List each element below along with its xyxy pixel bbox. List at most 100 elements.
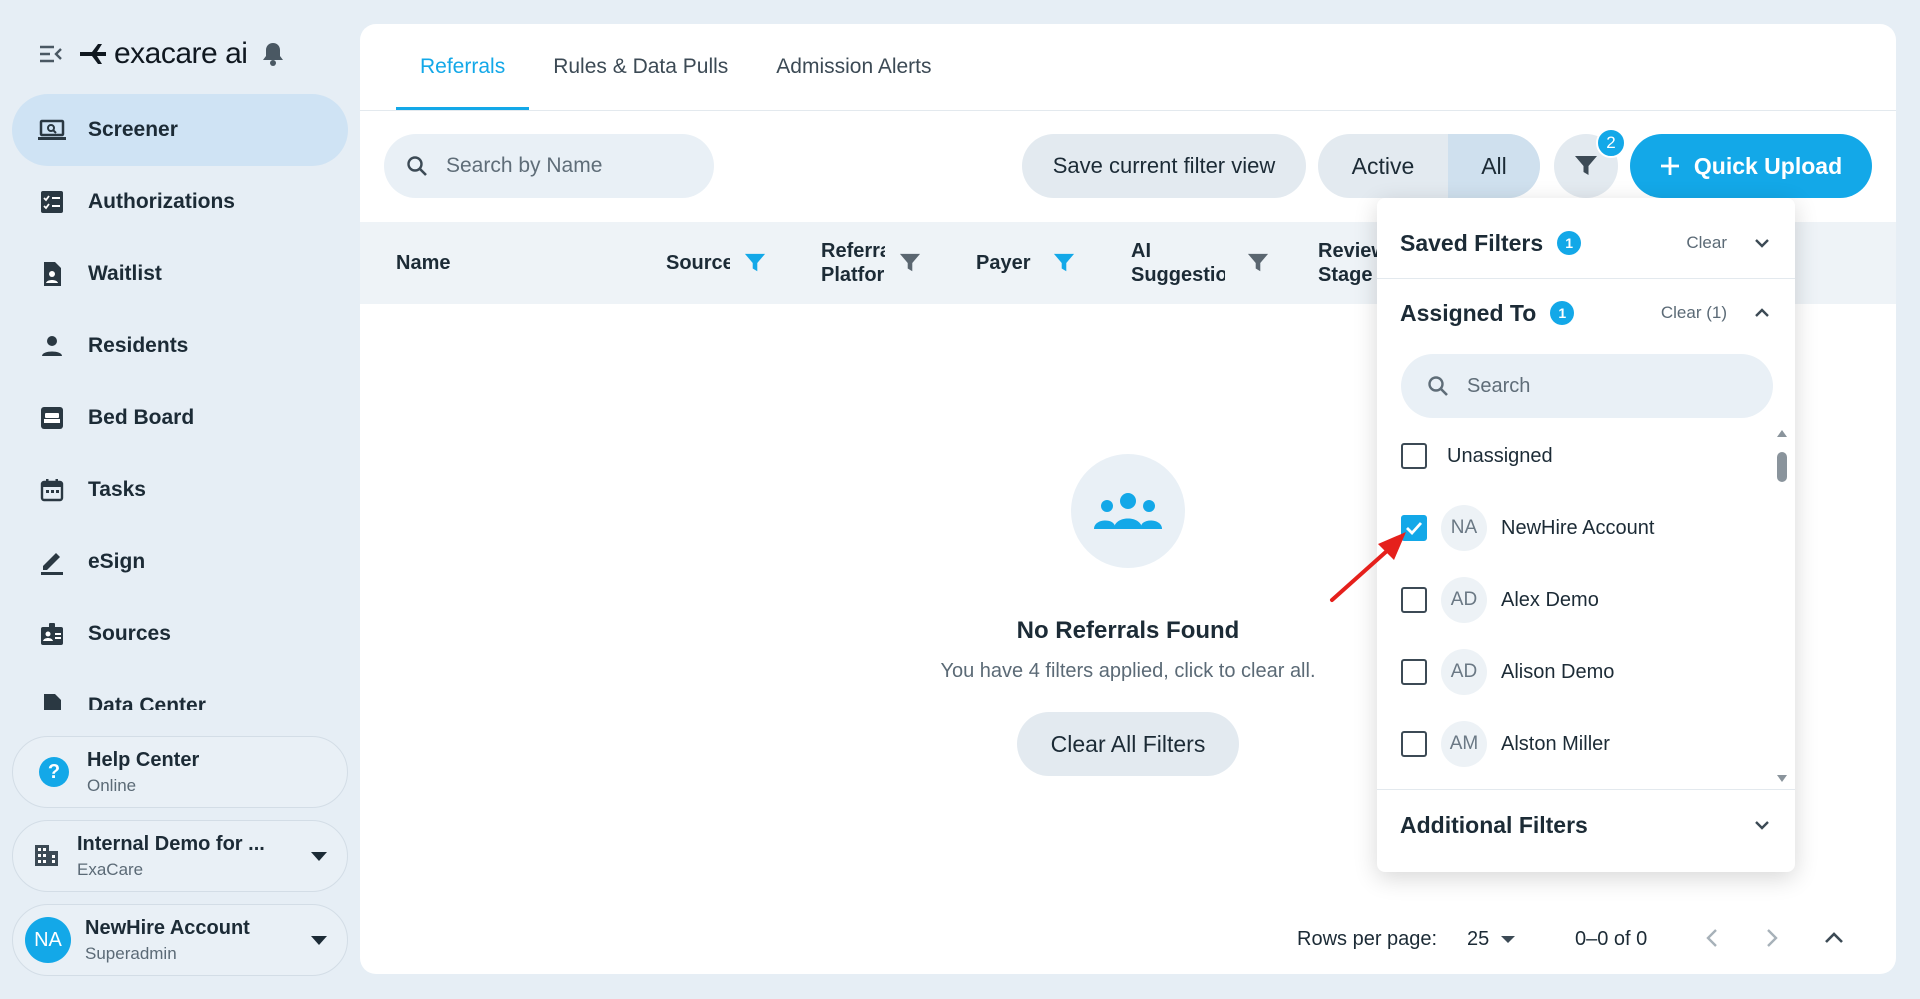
bed-icon <box>36 402 68 434</box>
sidebar-item-sources[interactable]: Sources <box>12 598 348 670</box>
collapse-menu-icon[interactable] <box>38 44 64 64</box>
column-name[interactable]: Name <box>396 222 450 304</box>
column-review-stage[interactable]: Review Stage <box>1318 222 1378 304</box>
assignee-name: Alston Miller <box>1501 732 1610 755</box>
assigned-to-section[interactable]: Assigned To 1 Clear (1) <box>1377 278 1795 348</box>
tab-referrals[interactable]: Referrals <box>396 24 530 110</box>
pen-icon <box>36 546 68 578</box>
assignee-option[interactable]: NA NewHire Account <box>1401 500 1654 556</box>
sidebar-item-data-center[interactable]: Data Center <box>12 670 348 710</box>
sidebar-item-bed-board[interactable]: Bed Board <box>12 382 348 454</box>
filter-icon <box>1575 156 1597 175</box>
sidebar-item-authorizations[interactable]: Authorizations <box>12 166 348 238</box>
sidebar-item-esign[interactable]: eSign <box>12 526 348 598</box>
chevron-down-icon <box>311 935 327 945</box>
assignee-name: Alex Demo <box>1501 588 1599 611</box>
chevron-down-icon[interactable] <box>1753 237 1771 249</box>
sidebar: exacare ai Screener Authorizations Waitl… <box>0 0 360 999</box>
filter-count-badge: 2 <box>1596 128 1626 158</box>
previous-page-icon[interactable] <box>1704 926 1720 950</box>
table-pagination: Rows per page: 25 0–0 of 0 <box>360 910 1896 970</box>
checkbox[interactable] <box>1401 443 1427 469</box>
help-center-title: Help Center <box>87 748 200 771</box>
assigned-to-badge: 1 <box>1550 301 1575 325</box>
assigned-to-clear[interactable]: Clear (1) <box>1661 303 1727 323</box>
search-icon <box>407 156 427 176</box>
tab-admission-alerts[interactable]: Admission Alerts <box>752 24 955 110</box>
column-source[interactable]: Source <box>666 222 766 304</box>
scroll-top-icon[interactable] <box>1822 926 1846 950</box>
saved-filters-clear[interactable]: Clear <box>1686 233 1727 253</box>
chevron-down-icon <box>1501 936 1516 943</box>
scrollbar-thumb[interactable] <box>1777 452 1787 482</box>
chevron-down-icon[interactable] <box>1753 819 1771 831</box>
person-icon <box>36 330 68 362</box>
organization-switcher[interactable]: Internal Demo for ... ExaCare <box>12 820 348 892</box>
sidebar-nav: Screener Authorizations Waitlist Residen… <box>12 94 348 710</box>
save-filter-view-button[interactable]: Save current filter view <box>1022 134 1306 198</box>
quick-upload-button[interactable]: Quick Upload <box>1630 134 1872 198</box>
checkbox[interactable] <box>1401 659 1427 685</box>
clear-all-filters-button[interactable]: Clear All Filters <box>1017 712 1239 776</box>
avatar: AM <box>1441 721 1487 767</box>
sidebar-item-label: Authorizations <box>88 190 235 213</box>
sidebar-item-label: Residents <box>88 334 189 357</box>
filter-icon[interactable] <box>1053 252 1075 274</box>
sidebar-item-label: Waitlist <box>88 262 162 285</box>
scroll-up-icon[interactable] <box>1776 428 1788 438</box>
toolbar: Search by Name Save current filter view … <box>360 128 1896 198</box>
avatar: AD <box>1441 649 1487 695</box>
saved-filters-title: Saved Filters <box>1400 229 1544 256</box>
assignee-option[interactable]: AD Alison Demo <box>1401 644 1614 700</box>
search-icon <box>1428 376 1448 396</box>
help-center-card[interactable]: ? Help Center Online <box>12 736 348 808</box>
assignee-option-unassigned[interactable]: Unassigned <box>1401 428 1553 484</box>
tab-rules-data-pulls[interactable]: Rules & Data Pulls <box>529 24 752 110</box>
filter-icon[interactable] <box>1247 252 1269 274</box>
annotation-arrow <box>1330 532 1406 602</box>
chevron-up-icon[interactable] <box>1753 307 1771 319</box>
pagination-range: 0–0 of 0 <box>1575 928 1648 950</box>
filter-icon[interactable] <box>744 252 766 274</box>
sidebar-item-label: Sources <box>88 622 171 645</box>
status-toggle: Active All <box>1318 134 1540 198</box>
exacare-logo[interactable]: exacare ai <box>78 37 248 71</box>
assignee-option[interactable]: AM Alston Miller <box>1401 716 1610 772</box>
user-menu[interactable]: NA NewHire Account Superadmin <box>12 904 348 976</box>
column-payer[interactable]: Payer <box>976 222 1075 304</box>
badge-icon <box>36 618 68 650</box>
sidebar-item-waitlist[interactable]: Waitlist <box>12 238 348 310</box>
sidebar-item-label: eSign <box>88 550 146 573</box>
bell-icon[interactable] <box>261 41 285 67</box>
user-name: NewHire Account <box>85 916 250 939</box>
scroll-down-icon[interactable] <box>1776 774 1788 784</box>
assigned-to-title: Assigned To <box>1400 299 1537 326</box>
rows-per-page-select[interactable]: 25 <box>1467 928 1516 951</box>
plus-icon <box>1660 157 1679 175</box>
search-placeholder: Search by Name <box>446 154 603 177</box>
help-center-status: Online <box>87 775 137 795</box>
assignee-search-input[interactable]: Search <box>1401 354 1773 418</box>
group-icon <box>1071 454 1185 568</box>
assignee-list-scrollbar[interactable] <box>1775 428 1789 786</box>
toggle-all[interactable]: All <box>1448 134 1540 198</box>
filter-dropdown: Saved Filters 1 Clear Assigned To 1 Clea… <box>1377 198 1795 872</box>
sidebar-item-residents[interactable]: Residents <box>12 310 348 382</box>
checklist-icon <box>36 186 68 218</box>
checkbox[interactable] <box>1401 731 1427 757</box>
assignee-option[interactable]: AD Alex Demo <box>1401 572 1599 628</box>
column-ai-suggestion[interactable]: AI Suggestion <box>1131 222 1269 304</box>
sidebar-item-label: Tasks <box>88 478 146 501</box>
next-page-icon[interactable] <box>1764 926 1780 950</box>
sidebar-item-tasks[interactable]: Tasks <box>12 454 348 526</box>
saved-filters-section[interactable]: Saved Filters 1 Clear <box>1377 208 1795 278</box>
column-referral-platform[interactable]: Referral Platform <box>821 222 921 304</box>
search-input[interactable]: Search by Name <box>384 134 714 198</box>
assignee-name: Unassigned <box>1447 444 1553 467</box>
toggle-active[interactable]: Active <box>1318 134 1448 198</box>
additional-filters-section[interactable]: Additional Filters <box>1377 790 1795 860</box>
tabs-divider <box>360 110 1896 111</box>
avatar: AD <box>1441 577 1487 623</box>
filter-icon[interactable] <box>899 252 921 274</box>
sidebar-item-screener[interactable]: Screener <box>12 94 348 166</box>
